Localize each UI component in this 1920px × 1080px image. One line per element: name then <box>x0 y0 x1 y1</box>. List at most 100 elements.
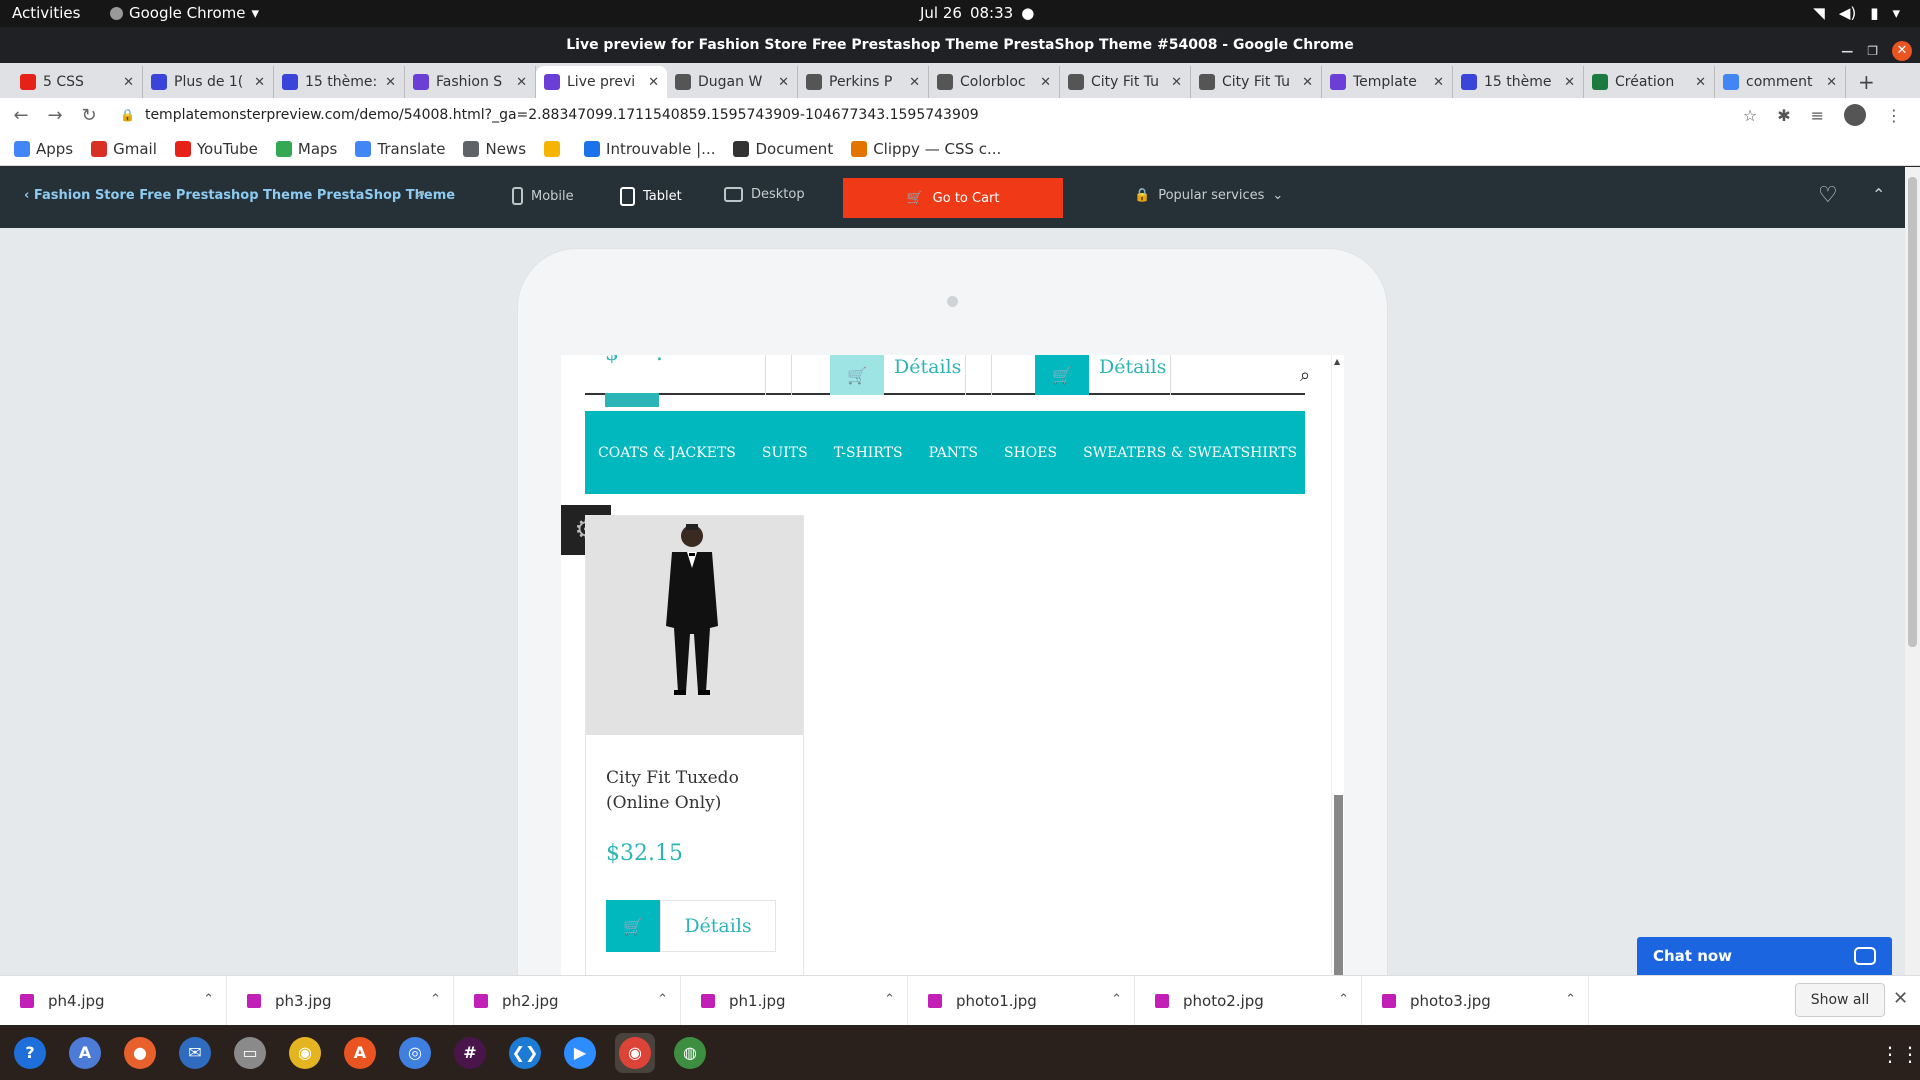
product-image[interactable] <box>586 516 803 735</box>
bookmark-item[interactable]: News <box>463 140 526 158</box>
menu-kebab-icon[interactable]: ⋮ <box>1886 106 1902 125</box>
product-card[interactable]: City Fit Tuxedo (Online Only) $32.15 🛒 D… <box>585 515 804 975</box>
close-tab-icon[interactable]: ✕ <box>1433 75 1444 90</box>
bookmark-item[interactable] <box>544 140 566 157</box>
tab-item[interactable]: Colorbloc ✕ <box>929 66 1060 98</box>
chevron-up-icon[interactable]: ⌃ <box>203 992 214 1007</box>
tab-item[interactable]: City Fit Tu ✕ <box>1191 66 1322 98</box>
download-item[interactable]: ph4.jpg ⌃ <box>0 975 227 1026</box>
add-to-cart-button[interactable]: 🛒 <box>830 355 884 395</box>
globe-app-icon[interactable]: ◍ <box>670 1033 710 1073</box>
theme-title-link[interactable]: ‹ Fashion Store Free Prestashop Theme Pr… <box>24 188 455 203</box>
close-tab-icon[interactable]: ✕ <box>1302 75 1313 90</box>
close-tab-icon[interactable]: ✕ <box>1695 75 1706 90</box>
tab-item[interactable]: Création ✕ <box>1584 66 1715 98</box>
clock[interactable]: Jul 26 08:33 ● <box>920 4 1034 22</box>
software-icon[interactable]: A <box>340 1033 380 1073</box>
category-menu-item[interactable]: SHOES <box>1004 445 1057 461</box>
bookmark-item[interactable]: Document <box>733 140 833 158</box>
category-menu-item[interactable]: PANTS <box>929 445 978 461</box>
tab-item[interactable]: City Fit Tu ✕ <box>1060 66 1191 98</box>
category-menu-item[interactable]: SUITS <box>762 445 808 461</box>
bookmark-item[interactable]: Translate <box>355 140 445 158</box>
tab-item[interactable]: Plus de 1(✕ <box>143 66 274 98</box>
download-item[interactable]: photo3.jpg ⌃ <box>1362 975 1589 1026</box>
help-icon[interactable]: ? <box>10 1033 50 1073</box>
close-tab-icon[interactable]: ✕ <box>516 75 527 90</box>
download-item[interactable]: ph3.jpg ⌃ <box>227 975 454 1026</box>
close-tab-icon[interactable]: ✕ <box>778 75 789 90</box>
external-link-icon[interactable]: ↗ <box>414 187 426 203</box>
close-tab-icon[interactable]: ✕ <box>648 75 659 90</box>
chevron-up-icon[interactable]: ⌃ <box>430 992 441 1007</box>
tab-item[interactable]: Template ✕ <box>1322 66 1453 98</box>
chevron-up-icon[interactable]: ⌃ <box>1111 992 1122 1007</box>
add-to-cart-button[interactable]: 🛒 <box>1035 355 1089 395</box>
chevron-up-icon[interactable]: ⌃ <box>1565 992 1576 1007</box>
product-details-button[interactable]: Détails <box>660 900 776 952</box>
page-scroll-thumb[interactable] <box>1908 177 1917 647</box>
bookmark-item[interactable]: Apps <box>14 140 73 158</box>
close-tab-icon[interactable]: ✕ <box>123 75 134 90</box>
category-menu-item[interactable]: T-SHIRTS <box>834 445 903 461</box>
extensions-icon[interactable]: ✱ <box>1777 106 1790 125</box>
details-link[interactable]: Détails <box>1085 355 1180 395</box>
close-tab-icon[interactable]: ✕ <box>909 75 920 90</box>
forward-icon[interactable]: → <box>42 105 68 126</box>
bookmark-item[interactable]: Introuvable |... <box>584 140 715 158</box>
activities-button[interactable]: Activities <box>12 4 80 22</box>
tab-item[interactable]: Fashion S ✕ <box>405 66 536 98</box>
slack-icon[interactable]: # <box>450 1033 490 1073</box>
bookmark-item[interactable]: YouTube <box>174 140 258 158</box>
thunderbird-icon[interactable]: ✉ <box>175 1033 215 1073</box>
download-item[interactable]: ph2.jpg ⌃ <box>454 975 681 1026</box>
close-downloads-icon[interactable]: ✕ <box>1893 988 1908 1009</box>
chromium-icon[interactable]: ◎ <box>395 1033 435 1073</box>
app-menu[interactable]: Google Chrome ▾ <box>110 4 259 22</box>
back-icon[interactable]: ← <box>8 105 34 126</box>
chevron-up-icon[interactable]: ⌃ <box>884 992 895 1007</box>
rhythmbox-icon[interactable]: ◉ <box>285 1033 325 1073</box>
system-tray[interactable]: ◥ ◀) ▮ ▾ <box>1813 4 1900 22</box>
chevron-up-icon[interactable]: ⌃ <box>1338 992 1349 1007</box>
page-scrollbar[interactable] <box>1905 167 1920 975</box>
heart-icon[interactable]: ♡ <box>1818 183 1838 208</box>
category-menu-item[interactable]: SWEATERS & SWEATSHIRTS <box>1083 445 1297 461</box>
product-name[interactable]: City Fit Tuxedo (Online Only) <box>606 766 796 816</box>
tab-item[interactable]: 5 CSS ✕ <box>12 66 143 98</box>
chevron-up-icon[interactable]: ⌃ <box>657 992 668 1007</box>
close-tab-icon[interactable]: ✕ <box>1040 75 1051 90</box>
close-window-button[interactable]: ✕ <box>1892 41 1912 61</box>
close-tab-icon[interactable]: ✕ <box>254 75 265 90</box>
firefox-icon[interactable]: ● <box>120 1033 160 1073</box>
details-link[interactable]: Détails <box>880 355 975 395</box>
chevron-up-icon[interactable]: ⌃ <box>1872 185 1885 204</box>
media-control-icon[interactable]: ≡ <box>1811 106 1824 125</box>
download-item[interactable]: photo1.jpg ⌃ <box>908 975 1135 1026</box>
search-icon[interactable]: ⌕ <box>1300 365 1310 386</box>
go-to-cart-button[interactable]: 🛒 Go to Cart <box>843 178 1063 218</box>
inner-scroll-thumb[interactable] <box>1334 795 1343 975</box>
show-all-button[interactable]: Show all <box>1795 983 1885 1017</box>
bookmark-item[interactable]: Maps <box>275 140 337 158</box>
close-tab-icon[interactable]: ✕ <box>1564 75 1575 90</box>
reload-icon[interactable]: ↻ <box>76 105 102 126</box>
show-applications-icon[interactable]: ⋮⋮⋮ <box>1880 1042 1920 1066</box>
category-menu-item[interactable]: COATS & JACKETS <box>598 445 736 461</box>
tab-item[interactable]: Dugan W ✕ <box>667 66 798 98</box>
inner-scrollbar[interactable]: ▲ <box>1331 355 1344 975</box>
chat-now-button[interactable]: Chat now <box>1637 937 1892 975</box>
product-add-to-cart-button[interactable]: 🛒 <box>606 900 660 952</box>
zoom-icon[interactable]: ▶ <box>560 1033 600 1073</box>
vscode-icon[interactable]: ❮❯ <box>505 1033 545 1073</box>
files-icon[interactable]: ▭ <box>230 1033 270 1073</box>
profile-avatar[interactable] <box>1844 104 1866 126</box>
tab-item[interactable]: comment ✕ <box>1715 66 1846 98</box>
scroll-up-icon[interactable]: ▲ <box>1334 357 1340 366</box>
tab-item[interactable]: 15 thème ✕ <box>1453 66 1584 98</box>
lock-icon[interactable]: 🔒 <box>120 108 135 122</box>
bookmark-item[interactable]: Gmail <box>91 140 157 158</box>
tab-item[interactable]: 15 thème: ✕ <box>274 66 405 98</box>
bookmark-item[interactable]: Clippy — CSS c... <box>851 140 1001 158</box>
popular-services-dropdown[interactable]: 🔒 Popular services ⌄ <box>1134 188 1283 203</box>
